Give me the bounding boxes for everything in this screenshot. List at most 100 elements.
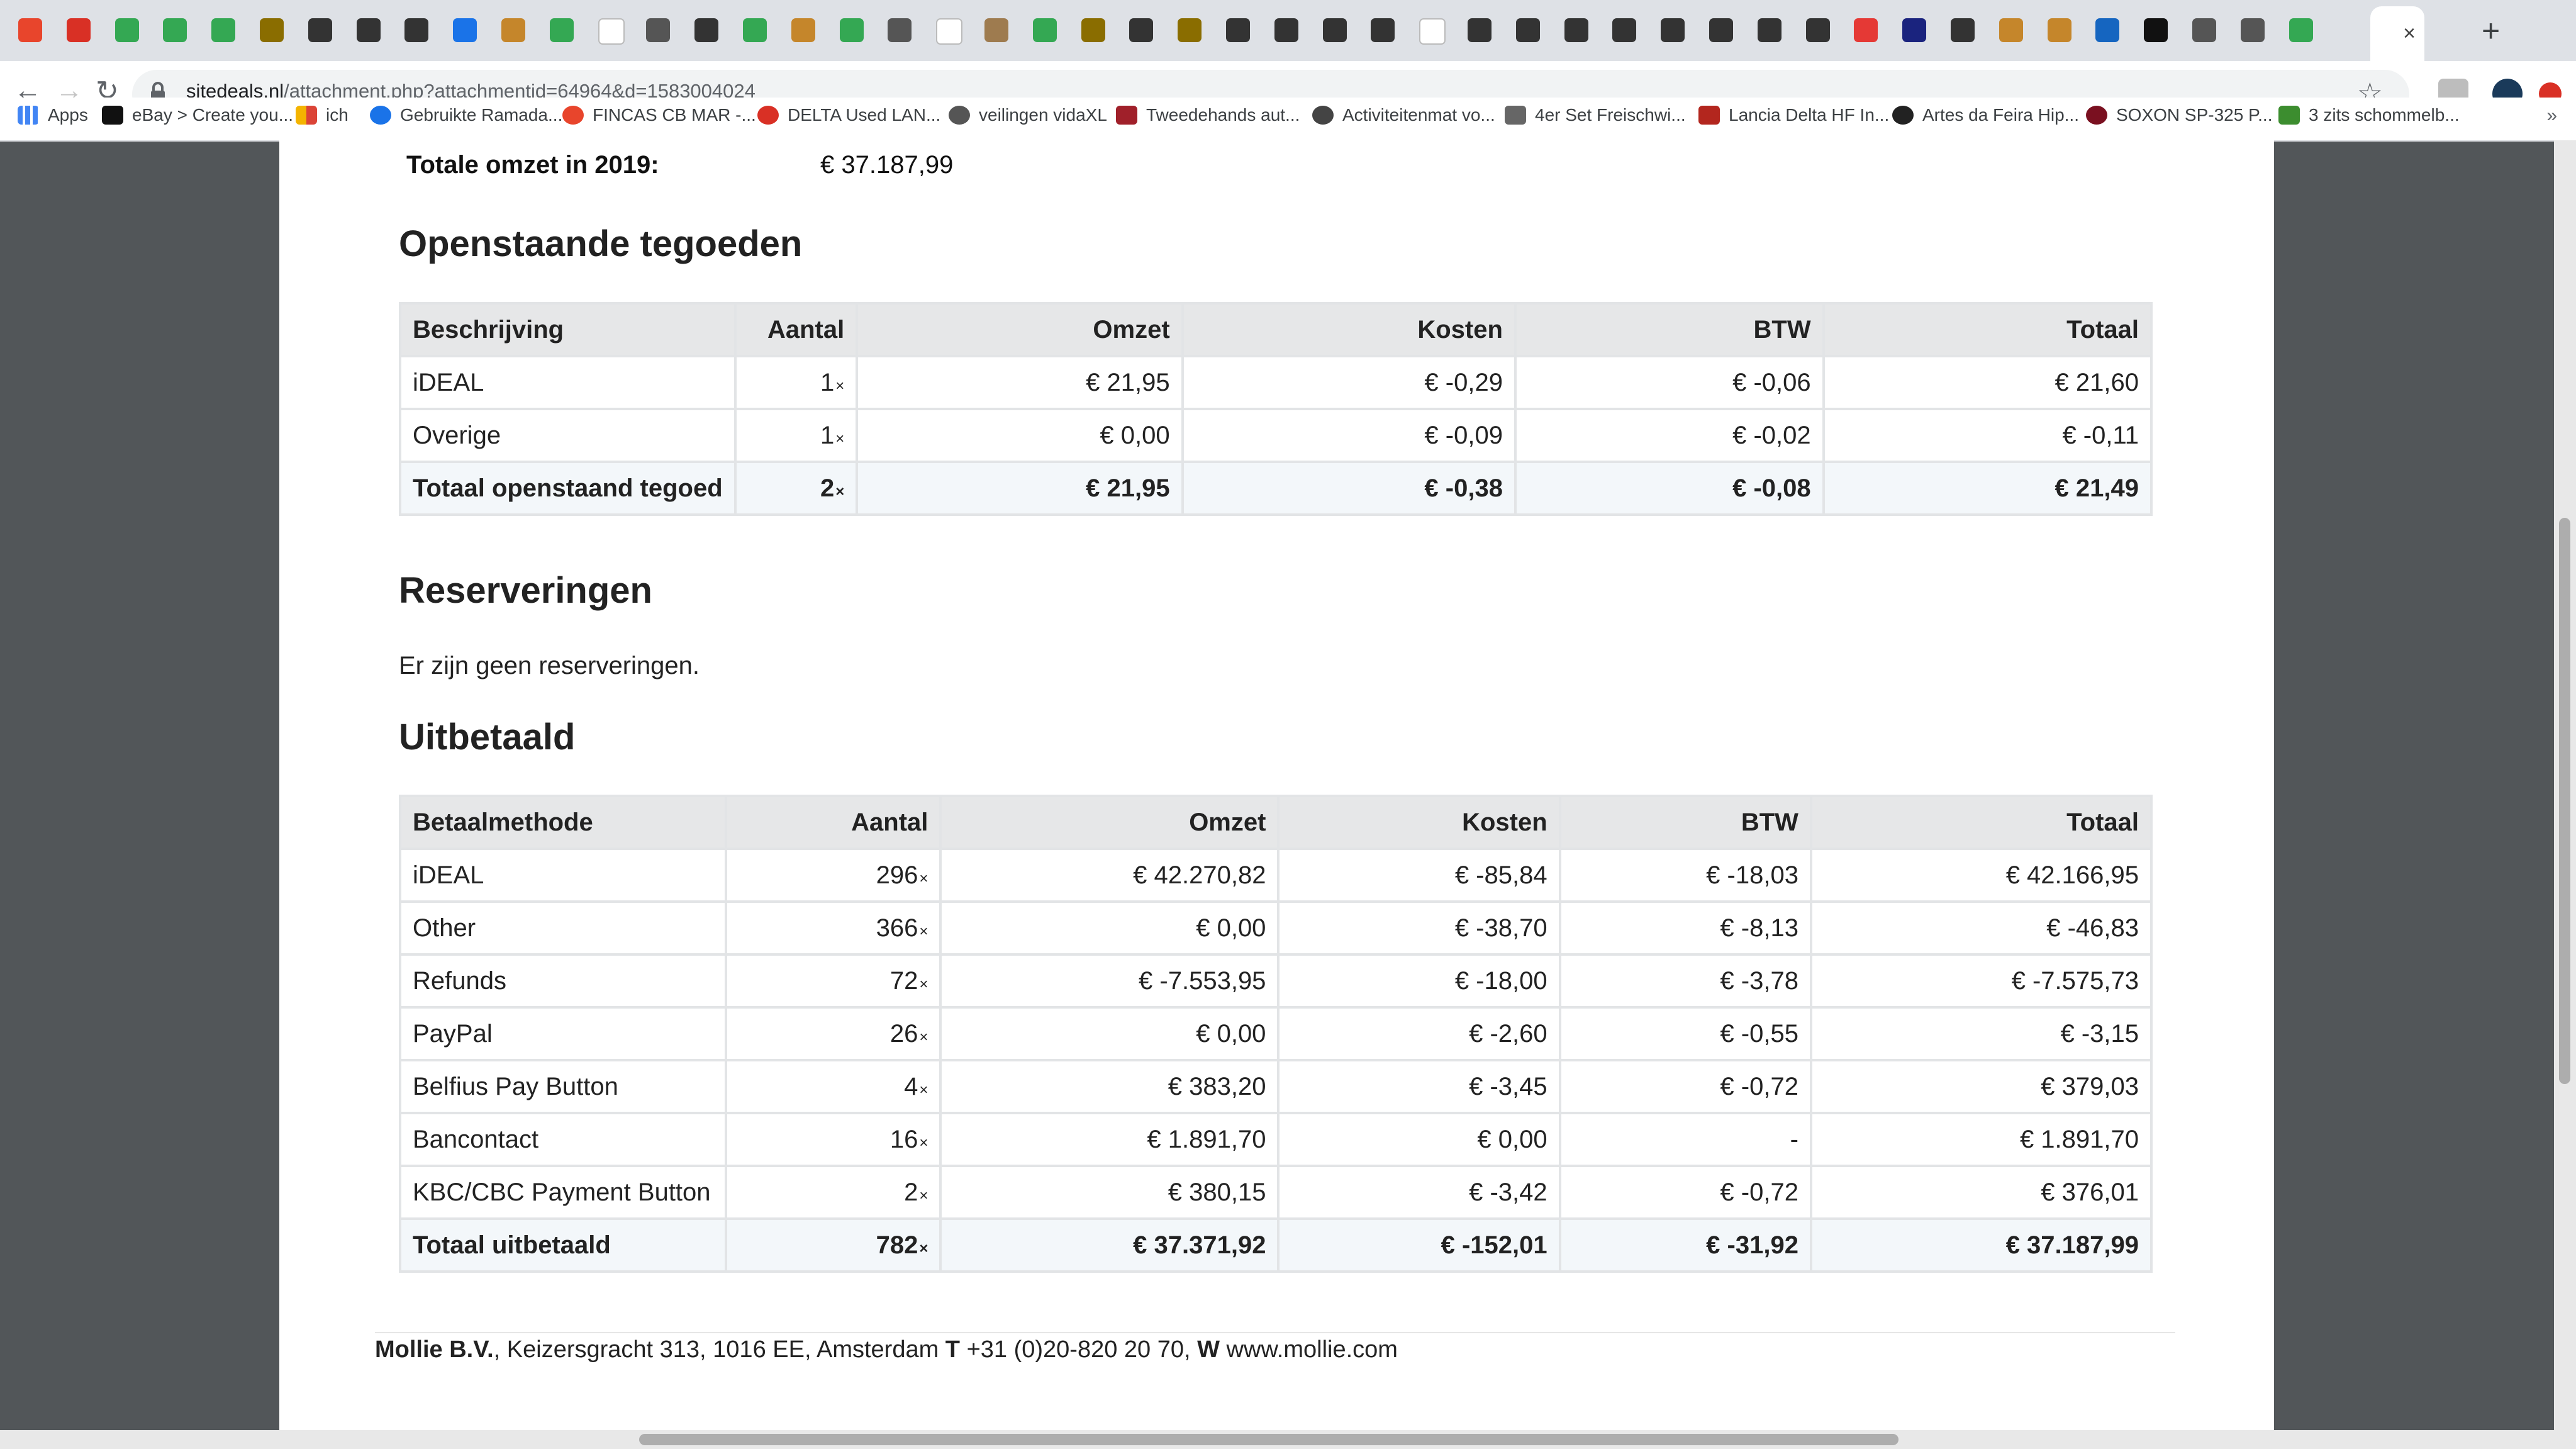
table-cell: € -0,08	[1514, 461, 1825, 516]
table-cell: € 383,20	[939, 1059, 1280, 1114]
table-cell: € -0,29	[1181, 355, 1517, 410]
tab-favicon-icon[interactable]	[1661, 18, 1685, 42]
tab-favicon-icon[interactable]	[1322, 18, 1347, 42]
table-cell: iDEAL	[399, 848, 727, 903]
bookmark-item[interactable]: eBay > Create you...	[102, 105, 293, 125]
table-cell: KBC/CBC Payment Button	[399, 1165, 727, 1220]
scrollbar-thumb[interactable]	[2559, 518, 2570, 1084]
table-cell: € 379,03	[1809, 1059, 2153, 1114]
tab-favicon-icon[interactable]	[1226, 18, 1250, 42]
tab-favicon-icon[interactable]	[2192, 18, 2216, 42]
tab-favicon-icon[interactable]	[1805, 18, 1830, 42]
tab-favicon-icon[interactable]	[1564, 18, 1588, 42]
vertical-scrollbar[interactable]	[2554, 140, 2576, 1430]
tab-favicon-icon[interactable]	[984, 18, 1008, 42]
paid-table: Betaalmethode Aantal Omzet Kosten BTW To…	[399, 795, 2153, 1273]
table-total-row: Totaal openstaand tegoed 2× € 21,95 € -0,38…	[399, 461, 2153, 516]
tab-favicon-icon[interactable]	[18, 18, 42, 42]
table-cell: € 0,00	[856, 408, 1184, 463]
bookmark-item[interactable]: Activiteitenmat vo...	[1312, 105, 1495, 125]
tab-favicon-icon[interactable]	[1032, 18, 1057, 42]
tab-favicon-icon[interactable]	[501, 18, 525, 42]
scrollbar-thumb[interactable]	[639, 1434, 1899, 1445]
tab-favicon-icon[interactable]	[936, 18, 963, 45]
active-tab[interactable]: ×	[2370, 6, 2424, 61]
table-cell: Bancontact	[399, 1112, 727, 1167]
bookmark-favicon-icon	[562, 106, 584, 125]
bookmark-item[interactable]: Gebruikte Ramada...	[370, 105, 562, 125]
bookmark-item[interactable]: 4er Set Freischwi...	[1505, 105, 1686, 125]
tab-favicon-icon[interactable]	[1371, 18, 1395, 42]
tab-favicon-icon[interactable]	[1612, 18, 1637, 42]
bookmark-apps[interactable]: Apps	[18, 105, 88, 125]
tab-favicon-icon[interactable]	[888, 18, 912, 42]
bookmark-item[interactable]: Tweedehands aut...	[1116, 105, 1300, 125]
table-cell: 72×	[724, 953, 942, 1009]
table-cell: 1×	[733, 408, 859, 463]
tab-favicon-icon[interactable]	[163, 18, 187, 42]
bookmark-item[interactable]: Lancia Delta HF In...	[1698, 105, 1889, 125]
tab-favicon-icon[interactable]	[1178, 18, 1202, 42]
table-cell: 2×	[724, 1165, 942, 1220]
table-cell: 296×	[724, 848, 942, 903]
table-cell: € 21,49	[1822, 461, 2153, 516]
tab-favicon-icon[interactable]	[1129, 18, 1154, 42]
tab-favicon-icon[interactable]	[453, 18, 477, 42]
table-cell: € -3,78	[1558, 953, 1812, 1009]
tab-favicon-icon[interactable]	[694, 18, 719, 42]
tab-favicon-icon[interactable]	[2240, 18, 2265, 42]
bookmark-item[interactable]: ich	[296, 105, 348, 125]
times-sign: ×	[835, 430, 845, 447]
footer-phone: +31 (0)20-820 20 70,	[960, 1336, 1198, 1363]
tab-favicon-icon[interactable]	[66, 18, 91, 42]
tab-favicon-icon[interactable]	[839, 18, 864, 42]
tab-favicon-icon[interactable]	[260, 18, 284, 42]
tab-favicon-icon[interactable]	[2144, 18, 2168, 42]
tab-favicon-icon[interactable]	[791, 18, 815, 42]
tab-favicon-icon[interactable]	[1951, 18, 1975, 42]
bookmark-item[interactable]: veilingen vidaXL	[949, 105, 1107, 125]
footer-address: , Keizersgracht 313, 1016 EE, Amsterdam	[493, 1336, 945, 1363]
tab-favicon-icon[interactable]	[1468, 18, 1492, 42]
bookmark-favicon-icon	[757, 106, 779, 125]
tab-favicon-icon[interactable]	[1999, 18, 2023, 42]
bookmark-item[interactable]: Artes da Feira Hip...	[1892, 105, 2079, 125]
bookmark-item[interactable]: FINCAS CB MAR -...	[562, 105, 756, 125]
tab-favicon-icon[interactable]	[1709, 18, 1733, 42]
col-header: Betaalmethode	[399, 795, 727, 850]
tab-favicon-icon[interactable]	[1274, 18, 1298, 42]
col-header: Omzet	[939, 795, 1280, 850]
tab-favicon-icon[interactable]	[2289, 18, 2313, 42]
tab-favicon-icon[interactable]	[598, 18, 625, 45]
bookmark-item[interactable]: 3 zits schommelb...	[2278, 105, 2460, 125]
tab-favicon-icon[interactable]	[356, 18, 381, 42]
bookmarks-overflow-icon[interactable]: »	[2546, 105, 2557, 126]
revenue-label: Totale omzet in 2019:	[406, 151, 659, 179]
new-tab-button[interactable]: +	[2482, 13, 2500, 49]
tab-favicon-icon[interactable]	[743, 18, 767, 42]
table-cell: € 37.187,99	[1809, 1217, 2153, 1273]
tab-favicon-icon[interactable]	[2047, 18, 2071, 42]
table-cell: € -0,06	[1514, 355, 1825, 410]
bookmark-item[interactable]: DELTA Used LAN...	[757, 105, 940, 125]
tab-favicon-icon[interactable]	[646, 18, 671, 42]
tab-favicon-icon[interactable]	[308, 18, 332, 42]
close-tab-icon[interactable]: ×	[2403, 21, 2416, 46]
horizontal-scrollbar[interactable]	[0, 1430, 2576, 1449]
tab-favicon-icon[interactable]	[2095, 18, 2120, 42]
tab-favicon-icon[interactable]	[549, 18, 574, 42]
times-sign: ×	[835, 377, 845, 394]
tab-favicon-icon[interactable]	[1081, 18, 1105, 42]
tab-favicon-icon[interactable]	[1902, 18, 1927, 42]
tab-favicon-icon[interactable]	[1515, 18, 1540, 42]
col-header: Beschrijving	[399, 302, 737, 357]
tab-favicon-icon[interactable]	[114, 18, 139, 42]
bookmark-item[interactable]: SOXON SP-325 P...	[2086, 105, 2273, 125]
tab-favicon-icon[interactable]	[1419, 18, 1446, 45]
tab-favicon-icon[interactable]	[404, 18, 429, 42]
tab-favicon-icon[interactable]	[1757, 18, 1781, 42]
table-cell: Totaal openstaand tegoed	[399, 461, 737, 516]
tab-favicon-icon[interactable]	[1854, 18, 1878, 42]
table-cell: € 21,95	[856, 461, 1184, 516]
tab-favicon-icon[interactable]	[211, 18, 236, 42]
